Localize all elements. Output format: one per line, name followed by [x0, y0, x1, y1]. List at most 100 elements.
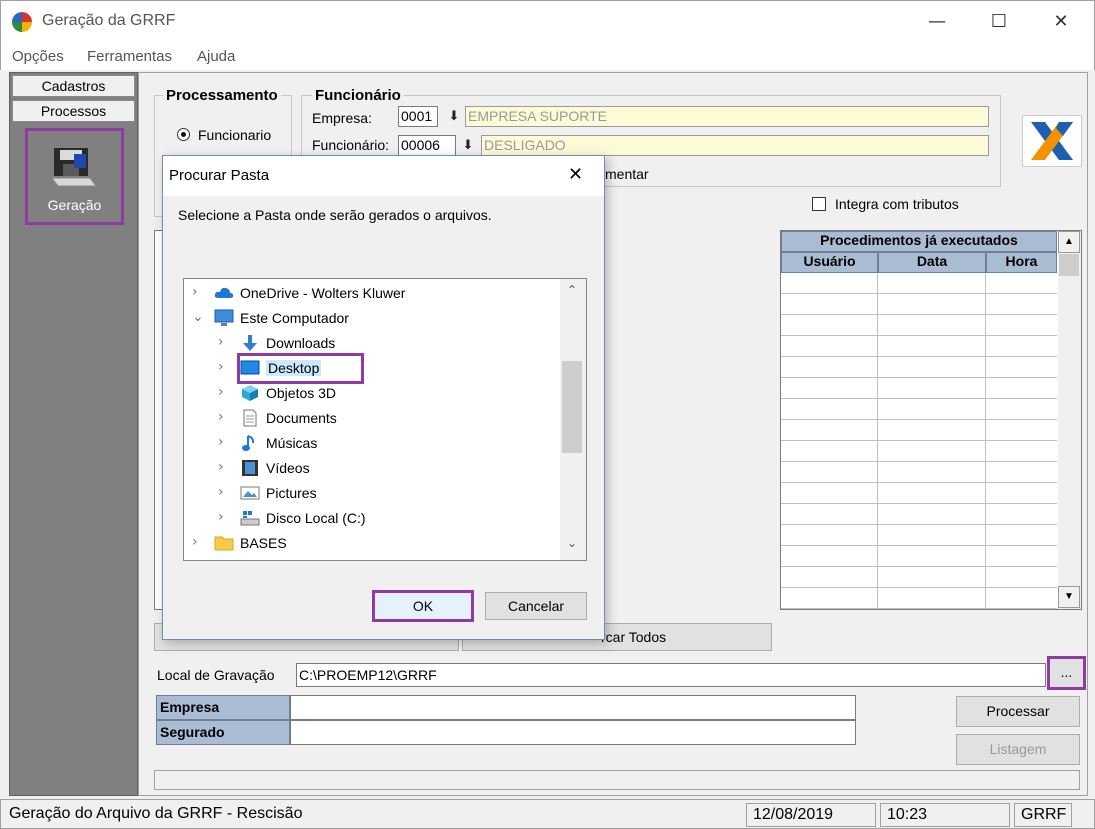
tree-item[interactable]: › Vídeos: [184, 456, 564, 481]
tree-item-label: Disco Local (C:): [266, 510, 366, 526]
processamento-legend: Processamento: [163, 87, 281, 104]
tree-item-label: Downloads: [266, 335, 336, 351]
tree-item-label: Pictures: [266, 485, 317, 501]
download-icon: [240, 334, 260, 352]
procedures-rows: [781, 273, 1057, 609]
scroll-down-icon[interactable]: ▼: [1058, 586, 1080, 608]
tab-processos[interactable]: Processos: [12, 100, 135, 122]
ok-button[interactable]: OK: [372, 590, 474, 622]
chevron-right-icon[interactable]: ›: [218, 409, 232, 425]
left-navigation-panel: Cadastros Processos Geração: [9, 72, 138, 796]
computer-icon: [214, 309, 234, 327]
tree-item[interactable]: › Objetos 3D: [184, 381, 564, 406]
tree-scroll-thumb[interactable]: [562, 361, 582, 453]
dialog-title-bar: Procurar Pasta ✕: [163, 156, 604, 196]
tree-item[interactable]: › OneDrive - Wolters Kluwer: [184, 281, 564, 306]
floppy-computer-icon: [51, 148, 97, 187]
geracao-item[interactable]: Geração: [25, 128, 124, 225]
local-gravacao-input[interactable]: C:\PROEMP12\GRRF: [296, 663, 1046, 687]
tree-item[interactable]: › Pictures: [184, 481, 564, 506]
empresa-code-input[interactable]: 0001: [398, 106, 438, 127]
document-icon: [240, 409, 260, 427]
menu-bar: Opções Ferramentas Ajuda: [0, 44, 1095, 70]
funcionario-lookup-icon[interactable]: ⬇: [460, 135, 476, 156]
tree-item-label: Músicas: [266, 435, 318, 451]
chevron-right-icon[interactable]: ›: [218, 459, 232, 475]
title-bar: Geração da GRRF — ☐ ✕: [0, 0, 1095, 44]
status-date: 12/08/2019: [746, 803, 876, 827]
segurado-summary-value: [290, 720, 856, 745]
empresa-summary-value: [290, 695, 856, 720]
window-title: Geração da GRRF: [42, 12, 176, 29]
menu-ferramentas[interactable]: Ferramentas: [87, 48, 172, 65]
caixa-logo-icon: [1022, 115, 1082, 167]
menu-opcoes[interactable]: Opções: [12, 48, 64, 65]
dialog-title: Procurar Pasta: [169, 167, 270, 184]
funcionario-code-input[interactable]: 00006: [398, 135, 456, 156]
minimize-button[interactable]: —: [914, 5, 960, 41]
tree-item[interactable]: ⌄ Este Computador: [184, 306, 564, 331]
funcionario-label: Funcionário:: [312, 137, 390, 153]
funcionario-radio-label: Funcionario: [198, 127, 272, 143]
status-bar: Geração do Arquivo da GRRF - Rescisão 12…: [0, 799, 1095, 829]
tree-item-label: BASES: [240, 535, 287, 551]
browse-folder-button[interactable]: ...: [1047, 656, 1086, 690]
chevron-right-icon[interactable]: ›: [218, 434, 232, 450]
menu-ajuda[interactable]: Ajuda: [197, 48, 235, 65]
maximize-button[interactable]: ☐: [976, 5, 1022, 41]
cloud-icon: [214, 284, 234, 302]
tree-scrollbar[interactable]: ⌃ ⌄: [560, 279, 586, 560]
column-hora: Hora: [986, 252, 1057, 273]
chevron-down-icon[interactable]: ⌄: [192, 309, 206, 325]
chevron-right-icon[interactable]: ›: [192, 534, 206, 550]
folder-tree[interactable]: › OneDrive - Wolters Kluwer ⌄ Este Computad…: [183, 278, 587, 561]
funcionario-radio[interactable]: [177, 128, 190, 141]
tab-cadastros[interactable]: Cadastros: [12, 75, 135, 97]
listagem-button[interactable]: Listagem: [956, 734, 1080, 765]
progress-bar: [154, 770, 1080, 790]
cube-icon: [240, 384, 260, 402]
chevron-right-icon[interactable]: ›: [218, 484, 232, 500]
browse-folder-dialog: Procurar Pasta ✕ Selecione a Pasta onde …: [162, 155, 605, 640]
column-data: Data: [878, 252, 986, 273]
tree-item[interactable]: › Desktop: [184, 353, 564, 384]
procedures-scrollbar[interactable]: ▲ ▼: [1058, 231, 1081, 609]
tree-item-label: Documents: [266, 410, 337, 426]
processar-button[interactable]: Processar: [956, 696, 1080, 727]
chevron-right-icon[interactable]: ›: [218, 359, 232, 375]
folder-icon: [214, 534, 234, 552]
chevron-right-icon[interactable]: ›: [218, 384, 232, 400]
tree-scroll-down-icon[interactable]: ⌄: [567, 536, 577, 550]
drive-icon: [240, 509, 260, 527]
procedures-grid: Procedimentos já executados Usuário Data…: [780, 230, 1082, 610]
tree-scroll-up-icon[interactable]: ⌃: [567, 283, 577, 297]
integra-tributos-checkbox[interactable]: [812, 197, 826, 211]
geracao-label: Geração: [47, 197, 102, 213]
tree-item-label: Objetos 3D: [266, 385, 337, 401]
status-module: GRRF: [1014, 803, 1072, 827]
tree-item[interactable]: › Músicas: [184, 431, 564, 456]
tree-item-label: Vídeos: [266, 460, 310, 476]
segurado-summary-label: Segurado: [156, 720, 290, 745]
tree-item[interactable]: › Disco Local (C:): [184, 506, 564, 531]
chevron-right-icon[interactable]: ›: [192, 284, 206, 300]
dialog-close-icon[interactable]: ✕: [568, 164, 583, 185]
tree-item[interactable]: › Documents: [184, 406, 564, 431]
funcionario-legend: Funcionário: [312, 87, 404, 104]
tree-item-label: OneDrive - Wolters Kluwer: [240, 285, 406, 301]
chevron-right-icon[interactable]: ›: [218, 334, 232, 350]
cancel-button[interactable]: Cancelar: [485, 592, 587, 620]
column-usuario: Usuário: [781, 252, 878, 273]
empresa-lookup-icon[interactable]: ⬇: [446, 106, 462, 127]
scroll-thumb[interactable]: [1059, 254, 1079, 276]
app-logo-icon: [12, 12, 32, 32]
grid-column-divider: [878, 273, 986, 609]
tree-item[interactable]: › BASES: [184, 531, 564, 556]
tree-item-label: Desktop: [266, 360, 322, 376]
picture-icon: [240, 484, 260, 502]
chevron-right-icon[interactable]: ›: [218, 509, 232, 525]
close-button[interactable]: ✕: [1038, 5, 1084, 41]
local-gravacao-label: Local de Gravação: [157, 667, 275, 683]
scroll-up-icon[interactable]: ▲: [1058, 231, 1080, 253]
complementar-label: mentar: [605, 166, 649, 182]
